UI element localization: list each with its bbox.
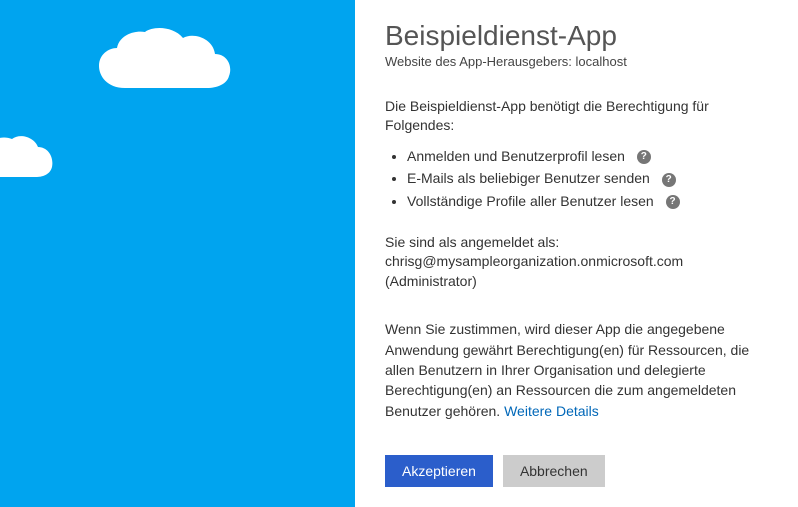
app-title: Beispieldienst-App — [385, 20, 768, 52]
signed-in-email: chrisg@mysampleorganization.onmicrosoft.… — [385, 252, 768, 272]
permission-text: E-Mails als beliebiger Benutzer senden — [407, 170, 650, 186]
publisher-host: localhost — [576, 54, 627, 69]
signed-in-block: Sie sind als angemeldet als: chrisg@mysa… — [385, 233, 768, 292]
signed-in-label: Sie sind als angemeldet als: — [385, 233, 768, 253]
signed-in-role: (Administrator) — [385, 272, 768, 292]
publisher-prefix: Website des App-Herausgebers: — [385, 54, 576, 69]
help-icon[interactable]: ? — [666, 195, 680, 209]
permissions-list: Anmelden und Benutzerprofil lesen ? E-Ma… — [407, 147, 768, 215]
button-row: Akzeptieren Abbrechen — [385, 455, 768, 487]
permissions-intro: Die Beispieldienst-App benötigt die Bere… — [385, 97, 768, 135]
help-icon[interactable]: ? — [637, 150, 651, 164]
illustration-panel — [0, 0, 355, 507]
cloud-icon — [95, 28, 235, 103]
consent-description: Wenn Sie zustimmen, wird dieser App die … — [385, 319, 768, 420]
more-details-link[interactable]: Weitere Details — [504, 403, 599, 419]
permission-item: Anmelden und Benutzerprofil lesen ? — [407, 147, 768, 167]
permission-item: E-Mails als beliebiger Benutzer senden ? — [407, 169, 768, 189]
help-icon[interactable]: ? — [662, 173, 676, 187]
cancel-button[interactable]: Abbrechen — [503, 455, 605, 487]
permission-text: Vollständige Profile aller Benutzer lese… — [407, 193, 654, 209]
publisher-line: Website des App-Herausgebers: localhost — [385, 54, 768, 69]
accept-button[interactable]: Akzeptieren — [385, 455, 493, 487]
cloud-icon — [0, 135, 57, 185]
permission-text: Anmelden und Benutzerprofil lesen — [407, 148, 625, 164]
consent-panel: Beispieldienst-App Website des App-Herau… — [355, 0, 798, 507]
permission-item: Vollständige Profile aller Benutzer lese… — [407, 192, 768, 212]
